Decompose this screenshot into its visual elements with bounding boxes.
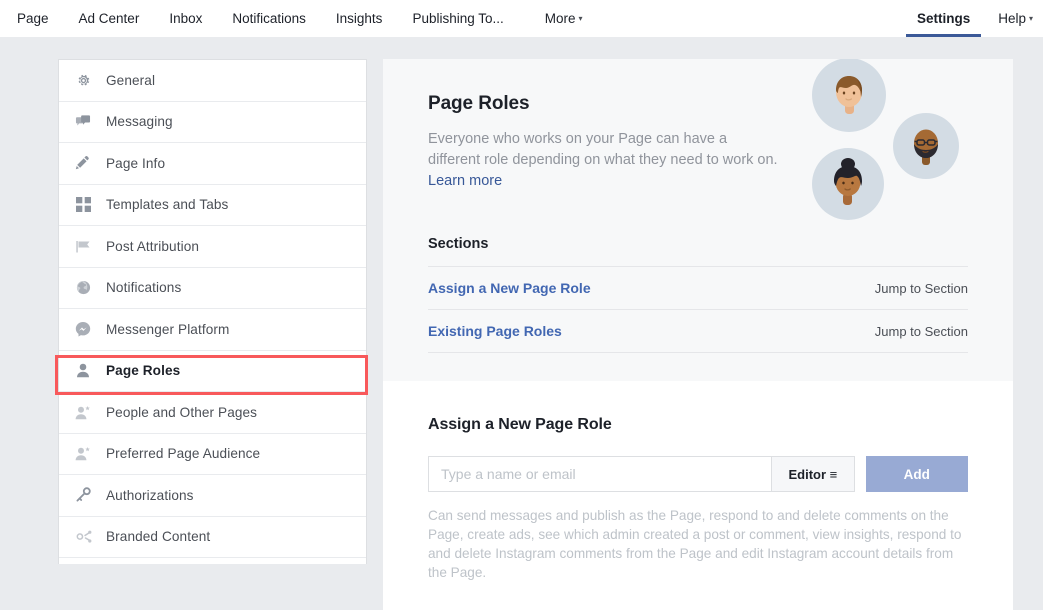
chat-bubbles-icon [72,113,94,131]
nav-more-label: More [544,11,576,26]
messenger-icon [72,320,94,338]
add-button[interactable]: Add [865,456,968,492]
nav-item-notifications[interactable]: Notifications [217,0,321,37]
learn-more-link[interactable]: Learn more [428,173,502,189]
sidebar-item-label: General [106,72,156,88]
sidebar-item-notifications[interactable]: Notifications [59,267,366,309]
sidebar-item-templates-and-tabs[interactable]: Templates and Tabs [59,184,366,226]
sidebar-item-branded-content[interactable]: Branded Content [59,516,366,558]
sidebar-item-authorizations[interactable]: Authorizations [59,475,366,517]
main-content-panel: Page Roles Everyone who works on your Pa… [383,59,1013,610]
person-star-icon [72,403,94,421]
role-permissions-description: Can send messages and publish as the Pag… [428,508,962,580]
sidebar-item-preferred-page-audience[interactable]: Preferred Page Audience [59,433,366,475]
chevron-down-icon: ▾ [1028,13,1033,23]
sidebar-item-page-roles[interactable]: Page Roles [59,350,366,392]
avatar-person-3 [812,148,884,220]
pencil-icon [72,154,94,172]
nav-item-insights[interactable]: Insights [321,0,398,37]
sections-bottom-divider [428,352,968,353]
sidebar-item-label: Authorizations [106,487,194,503]
sidebar-item-page-info[interactable]: Page Info [59,143,366,185]
assign-section-title: Assign a New Page Role [428,416,612,433]
sidebar-item-messenger-platform[interactable]: Messenger Platform [59,309,366,351]
top-nav-right-items: Settings Help ▾ [903,0,1043,37]
sidebar-item-partial[interactable] [59,558,366,564]
page-roles-hero-card: Page Roles Everyone who works on your Pa… [383,59,1013,381]
sidebar-item-label: Messenger Platform [106,321,230,337]
jump-to-section-link[interactable]: Jump to Section [875,324,968,339]
section-row-assign-new-page-role[interactable]: Assign a New Page Role Jump to Section [428,266,968,309]
sidebar-item-label: Page Roles [106,363,181,379]
flag-icon [72,237,94,255]
settings-sidebar: General Messaging Page Info Templates an… [58,59,367,564]
nav-item-inbox[interactable]: Inbox [154,0,217,37]
nav-item-help[interactable]: Help ▾ [984,0,1043,37]
sidebar-item-label: Messaging [106,114,173,130]
sidebar-item-label: Post Attribution [106,238,200,254]
sidebar-item-label: Preferred Page Audience [106,446,261,462]
nav-item-ad-center[interactable]: Ad Center [64,0,155,37]
sidebar-item-label: Templates and Tabs [106,197,229,213]
key-icon [72,486,94,504]
page-description: Everyone who works on your Page can have… [428,129,783,192]
section-link-label[interactable]: Existing Page Roles [428,323,562,339]
jump-to-section-link[interactable]: Jump to Section [875,281,968,296]
avatar-person-1 [812,59,886,132]
nav-item-page[interactable]: Page [0,0,64,37]
assign-role-form: Editor ≡ Add [428,456,968,492]
top-navigation-bar: Page Ad Center Inbox Notifications Insig… [0,0,1043,37]
grid-icon [72,196,94,214]
avatar-group [805,59,975,233]
nav-item-settings[interactable]: Settings [903,0,984,37]
page-description-text: Everyone who works on your Page can have… [428,131,778,168]
person-icon [72,362,94,380]
nav-item-publishing-tools[interactable]: Publishing To... [397,0,518,37]
sidebar-item-people-and-other-pages[interactable]: People and Other Pages [59,392,366,434]
sidebar-item-label: Page Info [106,155,166,171]
avatar-person-2 [893,113,959,179]
sections-heading: Sections [428,236,489,252]
nav-help-label: Help [998,11,1026,26]
name-or-email-input[interactable] [428,456,772,492]
nav-item-more[interactable]: More ▾ [519,0,597,37]
role-select-dropdown[interactable]: Editor ≡ [771,456,855,492]
assign-new-page-role-card: Assign a New Page Role Editor ≡ Add Can … [383,381,1013,582]
sidebar-item-general[interactable]: General [59,60,366,102]
person-star-icon [72,445,94,463]
branded-content-icon [72,528,94,546]
gear-icon [72,71,94,89]
top-nav-left-items: Page Ad Center Inbox Notifications Insig… [0,0,597,37]
chevron-down-icon: ▾ [578,13,583,23]
sidebar-item-post-attribution[interactable]: Post Attribution [59,226,366,268]
sidebar-item-messaging[interactable]: Messaging [59,101,366,143]
sidebar-item-label: Branded Content [106,529,211,545]
sidebar-item-label: People and Other Pages [106,404,258,420]
section-row-existing-page-roles[interactable]: Existing Page Roles Jump to Section [428,309,968,352]
globe-icon [72,279,94,297]
sidebar-item-label: Notifications [106,280,182,296]
section-link-label[interactable]: Assign a New Page Role [428,280,591,296]
